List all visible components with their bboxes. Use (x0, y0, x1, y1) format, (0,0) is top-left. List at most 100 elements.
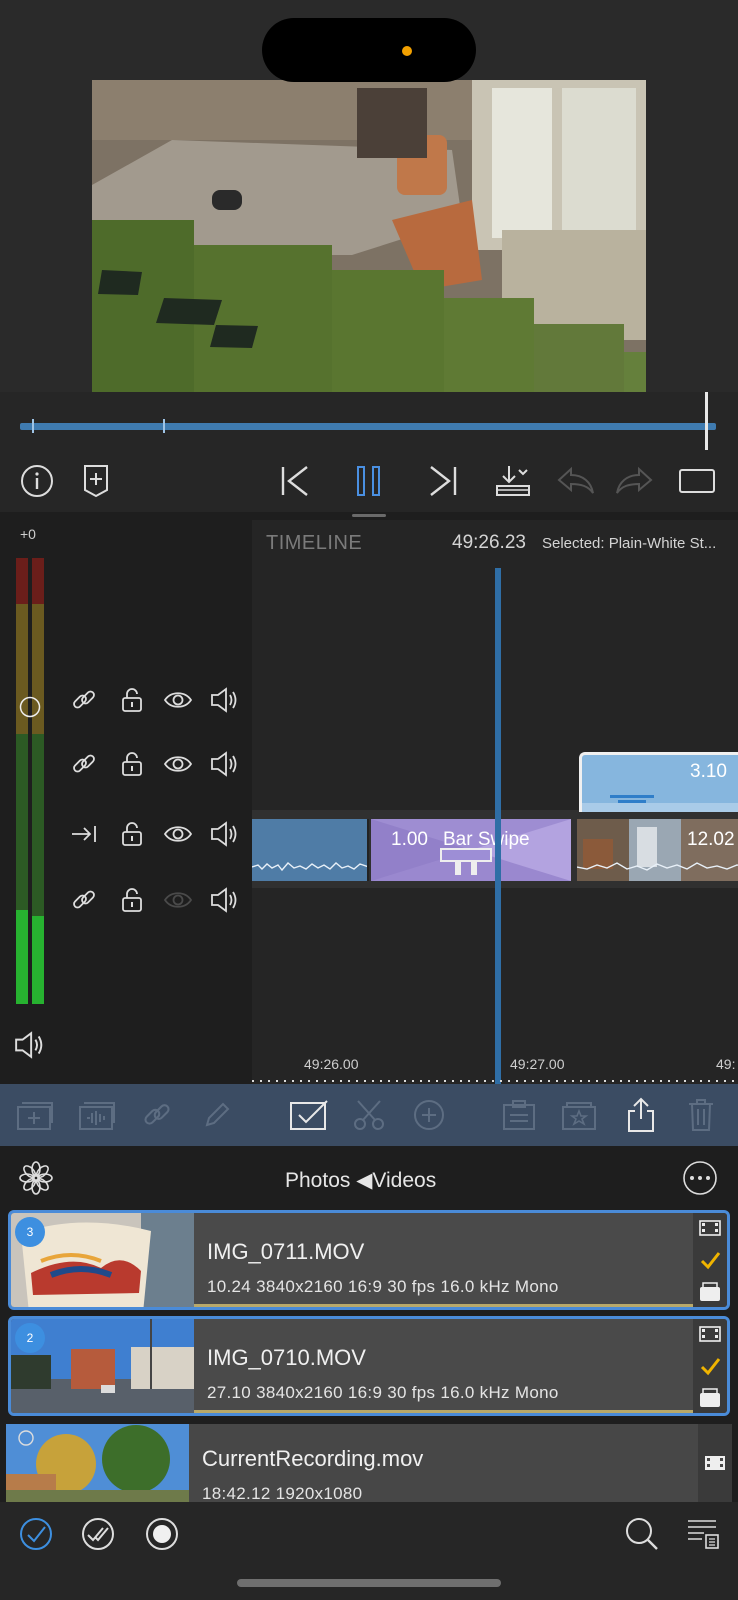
media-list-item[interactable]: 2 IMG_0710.MOV 27.10 3840x2160 16:9 30 f… (8, 1316, 730, 1416)
ruler-label: 49:27.00 (510, 1056, 565, 1072)
favorite-button[interactable] (556, 1092, 602, 1138)
more-options-button[interactable] (682, 1160, 718, 1201)
track-visibility-button[interactable] (162, 884, 194, 916)
track-audio-button[interactable] (208, 884, 240, 916)
media-name: CurrentRecording.mov (202, 1446, 424, 1471)
scrubber-clip-marker (32, 419, 34, 433)
media-metadata: 27.10 3840x2160 16:9 30 fps 16.0 kHz Mon… (207, 1383, 559, 1402)
eye-icon (163, 692, 193, 708)
arrow-right-icon (72, 826, 96, 842)
link-icon (73, 690, 95, 709)
track-audio-button[interactable] (208, 818, 240, 850)
speaker-icon (211, 687, 237, 713)
split-clip-button[interactable] (346, 1092, 392, 1138)
selection-order-badge: 3 (15, 1217, 45, 1247)
dynamic-island (262, 18, 476, 82)
delete-button[interactable] (678, 1092, 724, 1138)
track-audio-button[interactable] (208, 684, 240, 716)
add-marker-button[interactable] (73, 458, 119, 504)
skip-forward-icon (430, 466, 457, 496)
link-icon (73, 890, 95, 909)
undo-button[interactable] (552, 458, 598, 504)
speaker-icon (211, 887, 237, 913)
track-link-button[interactable] (68, 748, 100, 780)
video-clip-icon (705, 1456, 725, 1470)
panel-resize-grip[interactable] (352, 514, 386, 517)
track-visibility-button[interactable] (162, 818, 194, 850)
timeline-ruler: 49:26.00 49:27.00 49: (252, 1054, 738, 1084)
select-mode-button[interactable] (286, 1092, 332, 1138)
timeline-clip-audio-video[interactable] (252, 819, 369, 881)
timeline-timecode: 49:26.23 (452, 532, 526, 553)
add-audio-button[interactable] (74, 1092, 120, 1138)
meter-level-knob[interactable] (19, 696, 41, 718)
video-preview-frame[interactable] (92, 80, 646, 392)
record-button[interactable] (140, 1512, 184, 1556)
selection-order-badge: 2 (15, 1323, 45, 1353)
clipboard-icon (503, 1100, 535, 1130)
sort-options-button[interactable] (680, 1512, 724, 1556)
photos-app-button[interactable] (18, 1160, 54, 1201)
media-library-title[interactable]: Photos ◀Videos (285, 1168, 436, 1193)
media-thumbnail (6, 1424, 189, 1502)
timeline-transition[interactable]: 1.00 Bar Swipe (371, 819, 571, 881)
track-audio-button[interactable] (208, 748, 240, 780)
transition-duration: 1.00 (391, 829, 428, 850)
track-visibility-button[interactable] (162, 684, 194, 716)
export-icon (496, 466, 530, 496)
track-lock-button[interactable] (116, 818, 148, 850)
timeline-clip-video[interactable]: 12.02 (577, 819, 738, 881)
video-preview-area (0, 0, 738, 392)
scrubber-track[interactable] (20, 423, 716, 430)
timeline-title: TIMELINE (266, 532, 363, 554)
selected-clip-label: Selected: Plain-White St... (542, 535, 717, 552)
add-clip-button[interactable] (12, 1092, 58, 1138)
info-button[interactable] (14, 458, 60, 504)
aspect-ratio-button[interactable] (674, 458, 720, 504)
eye-icon (163, 756, 193, 772)
track-lock-button[interactable] (116, 884, 148, 916)
timeline-playhead[interactable] (495, 568, 501, 1084)
scrubber-playhead[interactable] (704, 392, 708, 450)
select-multiple-button[interactable] (76, 1512, 120, 1556)
ruler-label: 49:26.00 (304, 1056, 359, 1072)
redo-icon (616, 466, 653, 494)
redo-button[interactable] (612, 458, 658, 504)
media-list-item[interactable]: 3 IMG_0711.MOV 10.24 3840x2160 16:9 30 f… (8, 1210, 730, 1310)
eye-icon (163, 826, 193, 842)
audio-meter-right (32, 558, 44, 1004)
media-used-indicator (194, 1410, 693, 1413)
select-one-button[interactable] (14, 1512, 58, 1556)
master-audio-button[interactable] (12, 1030, 46, 1065)
info-icon (21, 465, 53, 497)
ruler-label: 49: (716, 1056, 736, 1072)
skip-back-button[interactable] (272, 458, 318, 504)
photos-flower-icon (19, 1161, 53, 1195)
title-clip-duration: 3.10 (690, 761, 727, 782)
add-button[interactable] (406, 1092, 452, 1138)
track-visibility-button[interactable] (162, 748, 194, 780)
share-button[interactable] (618, 1092, 664, 1138)
track-primary-button[interactable] (68, 818, 100, 850)
edit-clip-button[interactable] (194, 1092, 240, 1138)
undo-icon (557, 466, 594, 494)
more-icon (683, 1161, 717, 1195)
pause-button[interactable] (346, 458, 392, 504)
track-link-button[interactable] (68, 684, 100, 716)
paste-button[interactable] (496, 1092, 542, 1138)
media-library-header: Photos ◀Videos (0, 1146, 738, 1210)
track-lock-button[interactable] (116, 748, 148, 780)
media-thumbnail: 2 (11, 1319, 194, 1413)
timeline-panel[interactable]: TIMELINE 49:26.23 Selected: Plain-White … (252, 520, 738, 1084)
timeline-title-clip[interactable]: 3.10 (579, 752, 738, 812)
link-clips-button[interactable] (134, 1092, 180, 1138)
track-link-button[interactable] (68, 884, 100, 916)
clip-waveform (252, 862, 367, 872)
media-list-item[interactable]: CurrentRecording.mov 18:42.12 1920x1080 (6, 1424, 732, 1502)
preview-scrubber[interactable] (0, 392, 738, 450)
export-frame-button[interactable] (490, 458, 536, 504)
search-button[interactable] (620, 1512, 664, 1556)
video-clip-icon (699, 1326, 721, 1342)
skip-forward-button[interactable] (420, 458, 466, 504)
track-lock-button[interactable] (116, 684, 148, 716)
